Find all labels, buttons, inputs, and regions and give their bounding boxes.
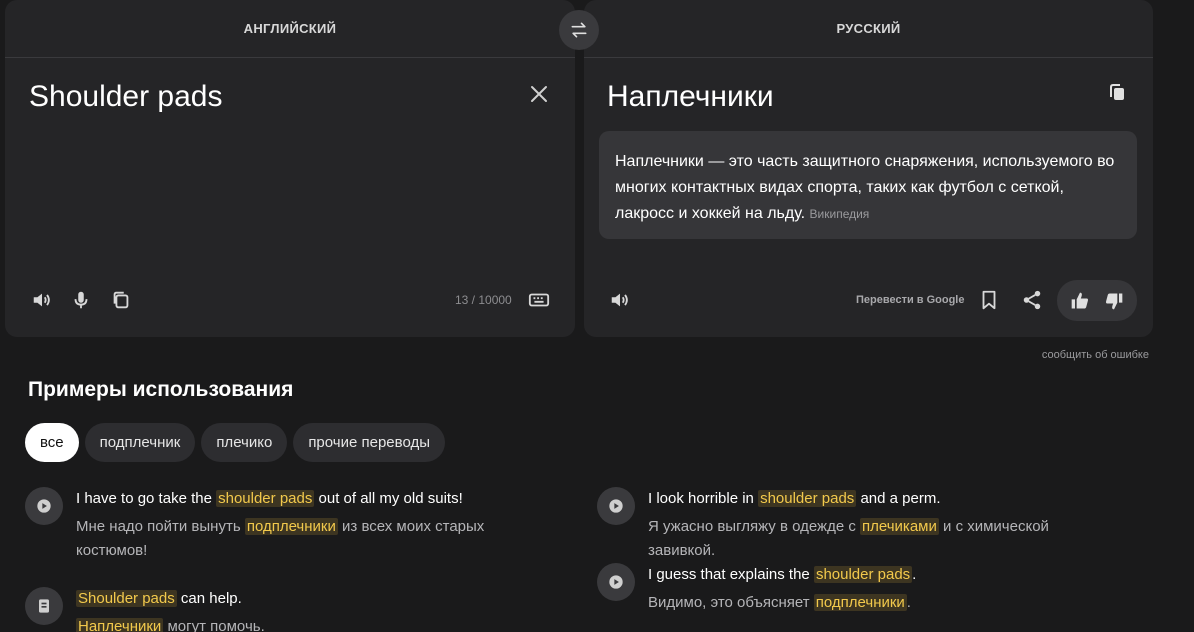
source-language-selector[interactable]: АНГЛИЙСКИЙ bbox=[244, 21, 337, 36]
thumbs-up-icon[interactable] bbox=[1066, 287, 1094, 315]
play-icon[interactable] bbox=[25, 487, 63, 525]
source-text-input[interactable]: Shoulder pads bbox=[29, 80, 222, 114]
chip-plechiko[interactable]: плечико bbox=[201, 423, 288, 462]
translate-in-google-link[interactable]: Перевести в Google bbox=[856, 294, 964, 306]
example-russian: Наплечники могут помочь. bbox=[76, 615, 265, 632]
speaker-icon[interactable] bbox=[30, 288, 54, 312]
swap-languages-button[interactable] bbox=[559, 10, 599, 50]
copy-icon[interactable] bbox=[109, 288, 133, 312]
example-russian: Мне надо пойти вынуть подплечники из все… bbox=[76, 518, 485, 559]
swap-icon bbox=[571, 22, 587, 38]
chip-other-translations[interactable]: прочие переводы bbox=[293, 423, 445, 462]
share-icon[interactable] bbox=[1020, 288, 1044, 312]
example-russian: Видимо, это объясняет подплечники. bbox=[648, 594, 911, 611]
play-icon[interactable] bbox=[597, 563, 635, 601]
example-english: I have to go take the shoulder pads out … bbox=[76, 490, 463, 507]
chip-all[interactable]: все bbox=[25, 423, 79, 462]
report-error-link[interactable]: сообщить об ошибке bbox=[1042, 349, 1149, 361]
clear-icon[interactable] bbox=[527, 82, 551, 106]
examples-title: Примеры использования bbox=[28, 378, 294, 401]
character-counter: 13 / 10000 bbox=[455, 293, 512, 307]
feedback-group bbox=[1057, 280, 1137, 321]
target-language-bar: РУССКИЙ bbox=[584, 0, 1153, 58]
translation-text: Наплечники bbox=[607, 80, 774, 113]
book-icon[interactable] bbox=[25, 587, 63, 625]
example-filter-chips: все подплечник плечико прочие переводы bbox=[25, 423, 445, 462]
play-icon[interactable] bbox=[597, 487, 635, 525]
source-panel: АНГЛИЙСКИЙ Shoulder pads 13 / 10000 bbox=[5, 0, 575, 337]
speaker-icon[interactable] bbox=[608, 288, 632, 312]
example-english: I guess that explains the shoulder pads. bbox=[648, 566, 917, 583]
target-panel: РУССКИЙ Наплечники Наплечники — это част… bbox=[584, 0, 1153, 337]
example-english: Shoulder pads can help. bbox=[76, 590, 242, 607]
microphone-icon[interactable] bbox=[69, 288, 93, 312]
copy-translation-icon[interactable] bbox=[1106, 82, 1130, 106]
keyboard-icon[interactable] bbox=[527, 288, 551, 312]
bookmark-icon[interactable] bbox=[977, 288, 1001, 312]
wikipedia-link[interactable]: Википедия bbox=[810, 207, 870, 221]
source-language-bar: АНГЛИЙСКИЙ bbox=[5, 0, 575, 58]
example-russian: Я ужасно выгляжу в одежде с плечиками и … bbox=[648, 518, 1049, 559]
target-language-selector[interactable]: РУССКИЙ bbox=[836, 21, 900, 36]
example-english: I look horrible in shoulder pads and a p… bbox=[648, 490, 941, 507]
wikipedia-card: Наплечники — это часть защитного снаряже… bbox=[599, 131, 1137, 239]
thumbs-down-icon[interactable] bbox=[1100, 287, 1128, 315]
chip-podplechnik[interactable]: подплечник bbox=[84, 423, 196, 462]
